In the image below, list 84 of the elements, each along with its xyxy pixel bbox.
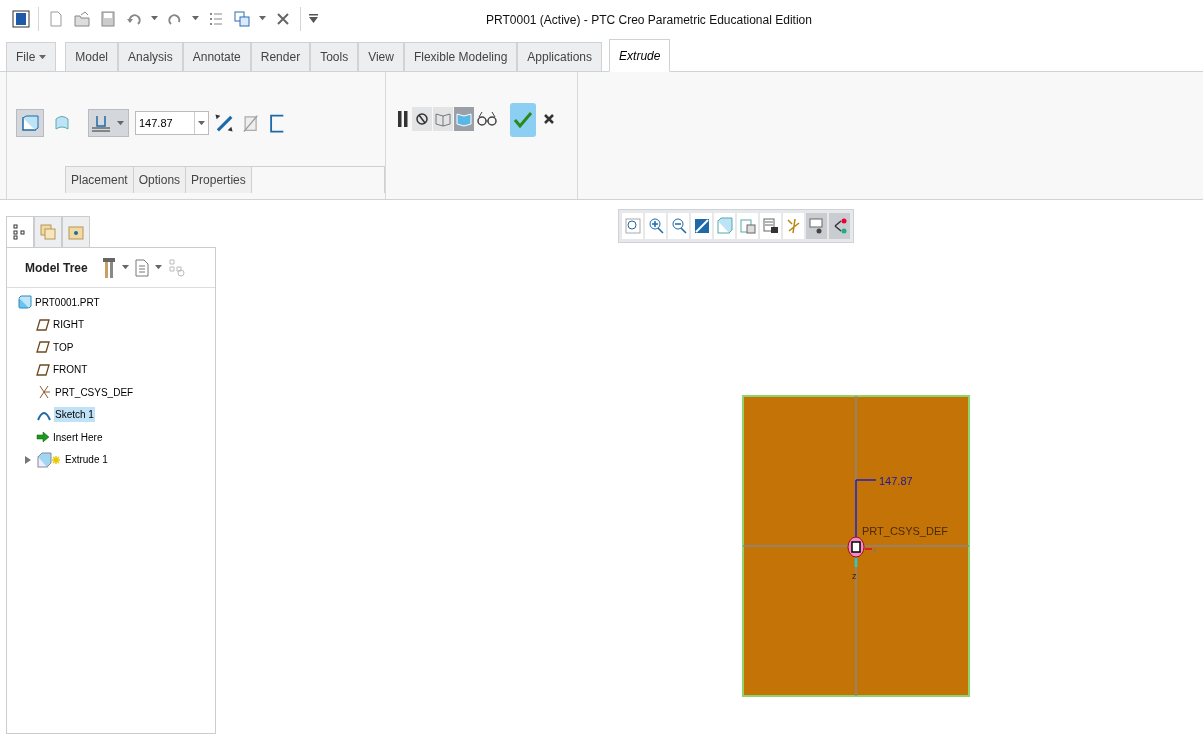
flip-direction-icon[interactable] [213, 111, 235, 135]
tree-item[interactable]: Insert Here [52, 429, 104, 445]
extrude-icon [36, 451, 62, 468]
save-icon[interactable] [99, 9, 117, 28]
expand-arrow-icon[interactable] [24, 455, 32, 464]
repaint-button[interactable] [691, 213, 712, 239]
tree-item[interactable]: TOP [52, 339, 75, 355]
folders-icon [39, 223, 57, 241]
window-title: PRT0001 (Active) - PTC Creo Parametric Educational Edition [486, 12, 812, 29]
ribbon-tab[interactable]: Model [65, 42, 119, 71]
annotations-icon [807, 217, 826, 235]
windows-icon[interactable] [233, 9, 251, 28]
ribbon-tab[interactable]: File [6, 42, 57, 71]
caret-icon[interactable] [121, 265, 129, 270]
repaint-icon [692, 217, 711, 235]
view-manager-button[interactable] [760, 213, 781, 239]
z-axis-label: z [852, 571, 857, 581]
panel-tab[interactable]: Options [133, 167, 187, 193]
datum-plane-icon [36, 363, 50, 376]
view-manager-icon [761, 217, 780, 235]
annotations-button[interactable] [806, 213, 827, 239]
tools-icon[interactable] [101, 256, 116, 279]
saved-views-icon [738, 217, 757, 235]
zoom-out-icon [669, 217, 688, 235]
refit-button[interactable] [622, 213, 643, 239]
check-mark-icon [513, 111, 533, 129]
csys-label: PRT_CSYS_DEF [862, 525, 948, 537]
confirm-button[interactable] [510, 103, 536, 137]
list-icon[interactable] [134, 258, 149, 277]
zoom-in-icon [646, 217, 665, 235]
refit-icon [623, 217, 642, 235]
ribbon-tab[interactable]: Analysis [118, 42, 183, 71]
solid-icon [21, 114, 39, 132]
display-style-icon [715, 217, 734, 235]
shaded-sheet-icon [455, 111, 473, 127]
surface-icon [53, 114, 71, 132]
solid-toggle[interactable] [16, 109, 44, 137]
depth-option-dropdown[interactable] [88, 109, 129, 137]
ribbon-tab[interactable]: Applications [517, 42, 603, 71]
geometry-toggle[interactable] [433, 107, 453, 131]
tree-item[interactable]: Extrude 1 [64, 452, 109, 468]
spin-center-button[interactable] [829, 213, 850, 239]
ribbon-tab[interactable]: View [358, 42, 404, 71]
tree-item[interactable]: Sketch 1 [54, 407, 95, 423]
tree-tab[interactable] [6, 216, 34, 248]
panel-tab[interactable]: Placement [66, 167, 134, 193]
close-icon [543, 113, 555, 125]
depth-value-field[interactable]: 147.87 [135, 111, 209, 135]
panel-title: Model Tree [25, 259, 88, 277]
caret-icon[interactable] [259, 16, 266, 21]
favorites-tab[interactable] [62, 216, 90, 248]
zoom-in-button[interactable] [645, 213, 666, 239]
tree-item[interactable]: FRONT [52, 362, 89, 378]
ribbon-tab[interactable]: Tools [310, 42, 359, 71]
tree-structure-icon [12, 224, 28, 240]
tree-item[interactable]: RIGHT [52, 317, 86, 333]
caret-icon[interactable] [192, 16, 199, 21]
datum-plane-icon [36, 318, 50, 331]
panel-tab[interactable]: Properties [186, 167, 252, 193]
blind-depth-icon [89, 114, 113, 132]
caret-icon[interactable] [154, 265, 162, 270]
tree-filter-icon[interactable] [167, 257, 186, 278]
ribbon-tab[interactable]: Flexible Modeling [403, 42, 518, 71]
no-entry-icon [414, 111, 430, 127]
app-icon[interactable] [12, 9, 30, 28]
caret-icon [117, 120, 124, 126]
ribbon-tab[interactable]: Render [250, 42, 311, 71]
ribbon-tab[interactable]: Annotate [182, 42, 251, 71]
zoom-out-button[interactable] [668, 213, 689, 239]
folder-icon [67, 223, 85, 241]
part-icon [18, 295, 32, 310]
ribbon-tab[interactable]: Extrude [609, 39, 671, 72]
feature-toggle[interactable] [454, 107, 474, 131]
wireframe-icon [434, 111, 452, 127]
datum-plane-icon [36, 341, 50, 354]
caret-icon [198, 120, 205, 126]
drag-handle[interactable] [847, 536, 865, 558]
no-preview-toggle[interactable] [412, 107, 432, 131]
caret-icon[interactable] [151, 16, 158, 21]
open-folder-icon[interactable] [73, 9, 91, 28]
arrow-icon [36, 431, 50, 444]
tree-item[interactable]: PRT0001.PRT [34, 294, 101, 310]
tree-item[interactable]: PRT_CSYS_DEF [54, 384, 135, 400]
customize-caret-icon[interactable] [309, 13, 318, 24]
